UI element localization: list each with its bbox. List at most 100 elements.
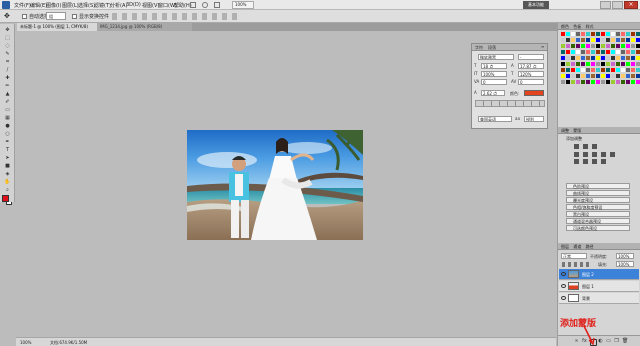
color-swatch[interactable] [566, 50, 570, 54]
color-swatch[interactable] [576, 56, 580, 60]
adjustment-preset-item[interactable]: 色阶预设 [566, 183, 630, 189]
adjustment-preset-item[interactable]: 曝光度预设 [566, 197, 630, 203]
crop-tool-icon[interactable]: ⌗ [4, 60, 11, 65]
color-swatch[interactable] [586, 74, 590, 78]
horizontal-scale-field[interactable]: 120% [518, 71, 544, 77]
language-select[interactable]: 美国英语 [478, 116, 512, 122]
tab-paragraph[interactable]: 段落 [488, 45, 496, 51]
color-swatch[interactable] [631, 38, 635, 42]
panel-menu-icon[interactable]: ≡ [541, 44, 544, 49]
color-swatch[interactable] [631, 50, 635, 54]
vertical-scale-field[interactable]: 100% [481, 71, 507, 77]
color-swatch[interactable] [561, 74, 565, 78]
color-swatch[interactable] [596, 62, 600, 66]
color-swatch[interactable] [576, 38, 580, 42]
link-layers-icon[interactable]: ∞ [574, 339, 579, 344]
color-swatch[interactable] [616, 44, 620, 48]
tracking-field[interactable]: 0 [518, 79, 544, 85]
layer-row[interactable]: 图层 1 [559, 281, 639, 292]
color-swatch[interactable] [631, 80, 635, 84]
hand-tool-icon[interactable]: ✋ [4, 180, 11, 185]
adjustment-preset-item[interactable]: 通道混合器预设 [566, 218, 630, 224]
color-swatch[interactable] [576, 50, 580, 54]
color-swatch[interactable] [616, 50, 620, 54]
color-swatch[interactable] [636, 56, 640, 60]
color-swatch[interactable] [606, 80, 610, 84]
tab-character[interactable]: 字符 [475, 45, 483, 51]
color-swatch[interactable] [571, 62, 575, 66]
3d-tool-icon[interactable]: ◈ [4, 172, 11, 177]
status-doc-size[interactable]: 文档:674.9K/1.50M [50, 340, 87, 346]
menu-item[interactable]: 图像(I) [46, 2, 61, 9]
color-swatch[interactable] [596, 56, 600, 60]
color-swatch[interactable] [566, 44, 570, 48]
color-swatch[interactable] [591, 80, 595, 84]
kerning-field[interactable]: 0 [481, 79, 507, 85]
color-swatch[interactable] [621, 68, 625, 72]
type-tool-icon[interactable]: T [4, 148, 11, 153]
color-swatch[interactable] [576, 32, 580, 36]
opacity-field[interactable]: 100% [616, 253, 634, 259]
color-swatch[interactable] [631, 74, 635, 78]
document-tab[interactable]: IMG_1234.jpg @ 100% (RGB/8) [97, 23, 192, 31]
leading-field[interactable]: 17.87 点 [518, 63, 544, 69]
color-swatch[interactable] [596, 74, 600, 78]
color-swatch[interactable] [571, 32, 575, 36]
maximize-button[interactable] [612, 1, 623, 9]
dodge-tool-icon[interactable]: ○ [4, 132, 11, 137]
color-swatch[interactable] [576, 68, 580, 72]
visibility-eye-icon[interactable] [561, 272, 566, 276]
auto-select-dropdown[interactable]: 组 [46, 12, 66, 20]
color-swatch[interactable] [611, 38, 615, 42]
color-swatch[interactable] [576, 62, 580, 66]
color-swatch[interactable] [561, 56, 565, 60]
color-swatch[interactable] [621, 50, 625, 54]
close-button[interactable]: × [624, 1, 638, 9]
shape-tool-icon[interactable]: ■ [4, 164, 11, 169]
zoom-icon[interactable] [202, 2, 208, 8]
color-swatch[interactable] [561, 68, 565, 72]
color-swatch[interactable] [596, 68, 600, 72]
swatch-grid[interactable] [561, 32, 640, 86]
color-swatch[interactable] [596, 38, 600, 42]
color-swatch[interactable] [591, 50, 595, 54]
color-swatch[interactable] [606, 44, 610, 48]
color-swatch[interactable] [586, 50, 590, 54]
color-swatch[interactable] [636, 62, 640, 66]
menu-item[interactable]: 3D(D) [126, 2, 141, 8]
marquee-tool-icon[interactable]: ⬚ [4, 36, 11, 41]
color-swatch[interactable] [586, 56, 590, 60]
color-swatch[interactable] [571, 44, 575, 48]
color-swatch[interactable] [601, 62, 605, 66]
color-swatch[interactable] [626, 62, 630, 66]
status-zoom[interactable]: 100% [20, 340, 31, 345]
color-swatch[interactable] [591, 56, 595, 60]
color-swatch[interactable] [566, 32, 570, 36]
color-swatch[interactable] [616, 56, 620, 60]
layer-row[interactable]: 图层 2 [559, 269, 639, 280]
color-swatch[interactable] [596, 32, 600, 36]
menu-item[interactable]: 视图(V) [142, 2, 159, 9]
color-swatch[interactable] [631, 68, 635, 72]
color-swatch[interactable] [626, 50, 630, 54]
adjustment-preset-item[interactable]: 色相/饱和度预设 [566, 204, 630, 210]
font-style-select[interactable]: - [518, 54, 544, 60]
color-swatch[interactable] [636, 80, 640, 84]
color-swatch[interactable] [621, 56, 625, 60]
color-swatch[interactable] [626, 32, 630, 36]
zoom-dropdown[interactable]: 100% [232, 1, 254, 9]
move-tool-icon[interactable]: ✥ [4, 13, 11, 20]
color-swatch[interactable] [606, 62, 610, 66]
tab-paths[interactable]: 路径 [586, 244, 594, 249]
color-swatch[interactable] [616, 32, 620, 36]
color-swatch[interactable] [581, 56, 585, 60]
adjustment-preset-item[interactable]: 可选颜色预设 [566, 225, 630, 231]
color-swatch[interactable] [591, 44, 595, 48]
color-swatch[interactable] [596, 44, 600, 48]
eyedropper-tool-icon[interactable]: / [4, 68, 11, 73]
auto-select-checkbox[interactable] [22, 14, 27, 19]
color-swatch[interactable] [561, 38, 565, 42]
minimize-button[interactable] [600, 1, 611, 9]
color-swatch[interactable] [626, 74, 630, 78]
color-swatch[interactable] [566, 74, 570, 78]
